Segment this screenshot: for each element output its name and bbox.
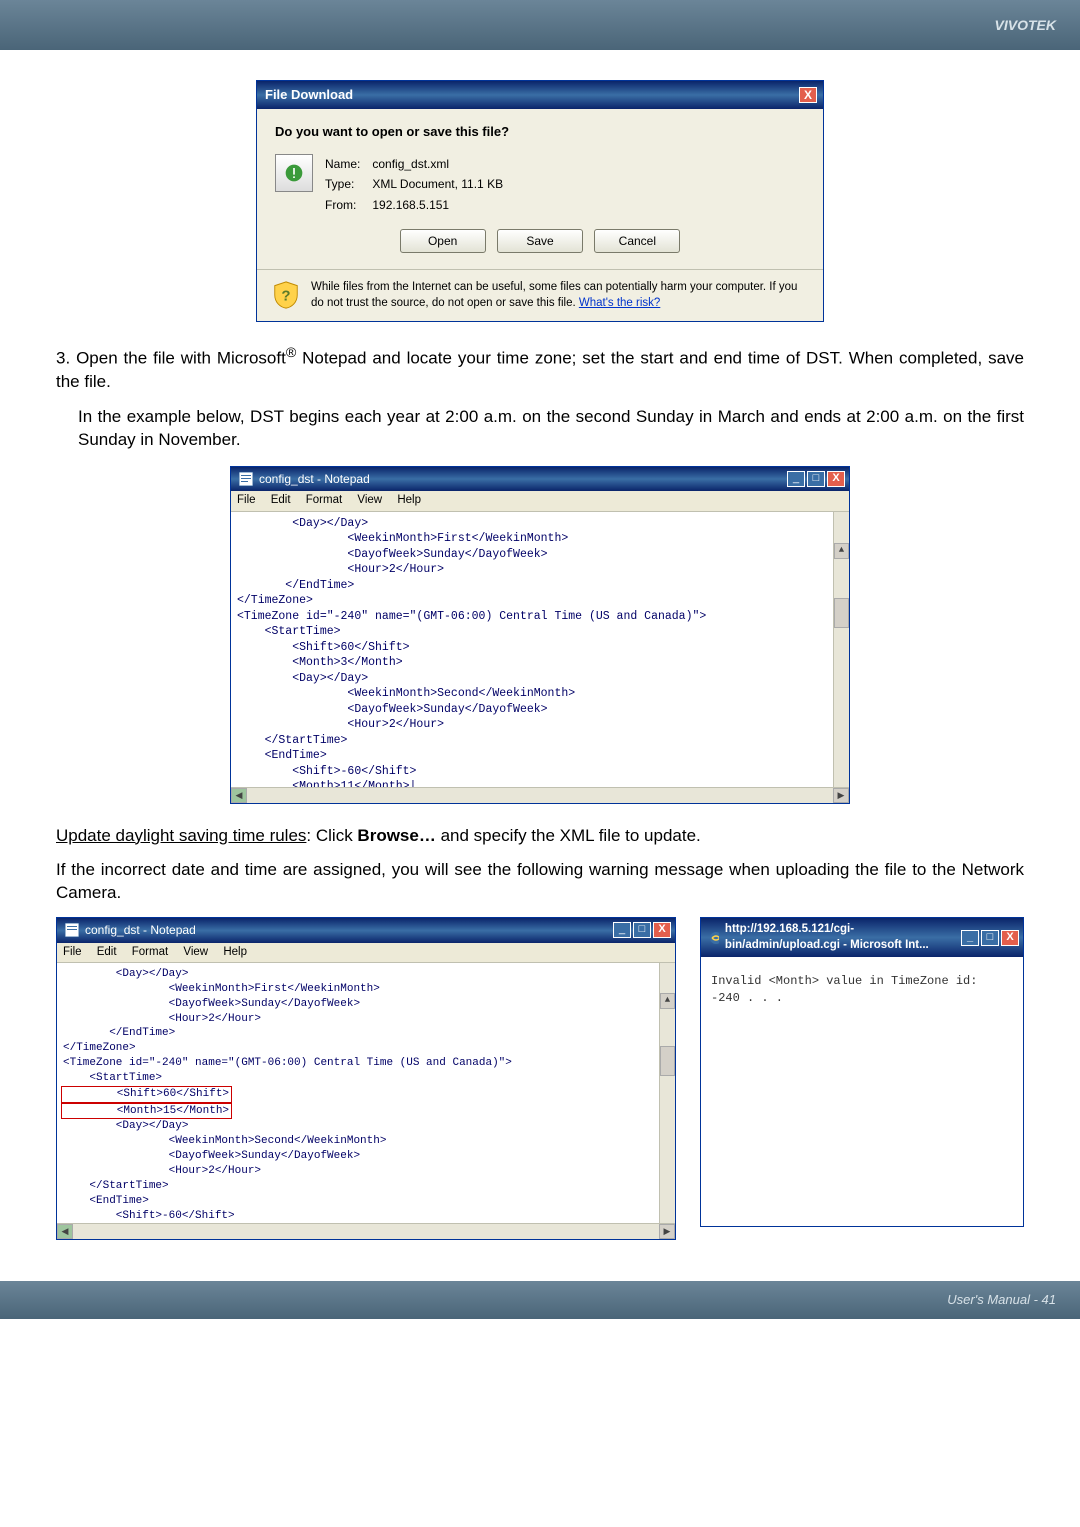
error-message: Invalid <Month> value in TimeZone id: -2…	[711, 974, 977, 1004]
scroll-right-icon[interactable]: ▶	[833, 788, 849, 803]
page-body: File Download X Do you want to open or s…	[0, 50, 1080, 1281]
browser-title: http://192.168.5.121/cgi-bin/admin/uploa…	[725, 922, 961, 953]
maximize-icon[interactable]: □	[807, 471, 825, 487]
update-mid: : Click	[306, 826, 357, 845]
menu-format[interactable]: Format	[306, 494, 342, 506]
whats-the-risk-link[interactable]: What's the risk?	[579, 297, 660, 309]
shield-icon: ?	[271, 280, 301, 310]
name-value: config_dst.xml	[372, 157, 449, 171]
update-prefix: Update daylight saving time rules	[56, 826, 306, 845]
maximize-icon[interactable]: □	[633, 922, 651, 938]
scroll-up-icon[interactable]: ▲	[834, 543, 849, 559]
close-icon[interactable]: X	[827, 471, 845, 487]
vertical-scrollbar[interactable]: ▲	[659, 963, 675, 1223]
close-icon[interactable]: X	[1001, 930, 1019, 946]
notepad-window-1: config_dst - Notepad _ □ X File Edit For…	[230, 466, 850, 804]
update-dst-rules-text: Update daylight saving time rules: Click…	[56, 825, 1024, 848]
maximize-icon[interactable]: □	[981, 930, 999, 946]
notepad-titlebar: config_dst - Notepad _ □ X	[231, 467, 849, 491]
notepad-menu: File Edit Format View Help	[57, 943, 675, 964]
footer-text: User's Manual - 41	[947, 1292, 1056, 1307]
scroll-left-icon[interactable]: ◀	[57, 1224, 73, 1239]
menu-view[interactable]: View	[357, 494, 382, 506]
close-icon[interactable]: X	[653, 922, 671, 938]
notepad-menu: File Edit Format View Help	[231, 491, 849, 512]
xml-text-2a: <Day></Day> <WeekinMonth>First</WeekinMo…	[63, 968, 512, 1084]
update-suffix: and specify the XML file to update.	[436, 826, 701, 845]
type-value: XML Document, 11.1 KB	[372, 177, 503, 191]
step3-a: 3. Open the file with Microsoft	[56, 349, 286, 368]
incorrect-warning-text: If the incorrect date and time are assig…	[56, 859, 1024, 905]
dialog-question: Do you want to open or save this file?	[275, 123, 805, 141]
open-button[interactable]: Open	[400, 229, 486, 253]
notepad-content-1[interactable]: <Day></Day> <WeekinMonth>First</WeekinMo…	[231, 512, 849, 787]
browser-error-window: http://192.168.5.121/cgi-bin/admin/uploa…	[700, 917, 1024, 1227]
close-icon[interactable]: X	[799, 87, 817, 103]
minimize-icon[interactable]: _	[613, 922, 631, 938]
from-label: From:	[325, 195, 369, 215]
step-3-example: In the example below, DST begins each ye…	[56, 406, 1024, 452]
save-button[interactable]: Save	[497, 229, 583, 253]
browser-body: Invalid <Month> value in TimeZone id: -2…	[701, 957, 1023, 1021]
page-header: VIVOTEK	[0, 0, 1080, 50]
page-footer: User's Manual - 41	[0, 1281, 1080, 1319]
step-3-text: 3. Open the file with Microsoft® Notepad…	[56, 344, 1024, 394]
file-icon	[275, 154, 313, 192]
registered-mark: ®	[286, 345, 296, 361]
minimize-icon[interactable]: _	[787, 471, 805, 487]
scroll-right-icon[interactable]: ▶	[659, 1224, 675, 1239]
minimize-icon[interactable]: _	[961, 930, 979, 946]
scroll-thumb[interactable]	[834, 598, 849, 628]
dialog-titlebar: File Download X	[257, 81, 823, 109]
notepad-icon	[65, 923, 79, 937]
menu-edit[interactable]: Edit	[271, 494, 291, 506]
xml-text-1: <Day></Day> <WeekinMonth>First</WeekinMo…	[237, 517, 706, 787]
scroll-left-icon[interactable]: ◀	[231, 788, 247, 803]
browser-titlebar: http://192.168.5.121/cgi-bin/admin/uploa…	[701, 918, 1023, 957]
horizontal-scrollbar[interactable]: ◀ ▶	[231, 787, 849, 803]
menu-edit[interactable]: Edit	[97, 946, 117, 958]
type-label: Type:	[325, 174, 369, 194]
notepad-title: config_dst - Notepad	[259, 471, 370, 487]
vertical-scrollbar[interactable]: ▲	[833, 512, 849, 787]
menu-help[interactable]: Help	[397, 494, 421, 506]
brand-label: VIVOTEK	[995, 17, 1056, 33]
error-highlight-shift: <Shift>60</Shift>	[61, 1086, 232, 1103]
ie-icon	[709, 931, 719, 945]
warning-text: While files from the Internet can be use…	[311, 281, 797, 309]
notepad-window-2: config_dst - Notepad _ □ X File Edit For…	[56, 917, 676, 1240]
scroll-thumb[interactable]	[660, 1046, 675, 1076]
notepad-content-2[interactable]: <Day></Day> <WeekinMonth>First</WeekinMo…	[57, 963, 675, 1223]
file-download-dialog: File Download X Do you want to open or s…	[256, 80, 824, 322]
notepad-icon	[239, 472, 253, 486]
notepad-title: config_dst - Notepad	[85, 922, 196, 938]
error-highlight-month: <Month>15</Month>	[61, 1103, 232, 1120]
from-value: 192.168.5.151	[372, 198, 449, 212]
cancel-button[interactable]: Cancel	[594, 229, 680, 253]
scroll-up-icon[interactable]: ▲	[660, 993, 675, 1009]
menu-file[interactable]: File	[237, 494, 256, 506]
browse-label: Browse…	[357, 826, 435, 845]
file-meta: Name: config_dst.xml Type: XML Document,…	[325, 154, 503, 215]
menu-view[interactable]: View	[183, 946, 208, 958]
dialog-title: File Download	[265, 86, 353, 104]
menu-help[interactable]: Help	[223, 946, 247, 958]
notepad-titlebar: config_dst - Notepad _ □ X	[57, 918, 675, 942]
xml-text-2b: <Day></Day> <WeekinMonth>Second</WeekinM…	[63, 1120, 400, 1223]
dialog-footer: ? While files from the Internet can be u…	[257, 269, 823, 321]
menu-format[interactable]: Format	[132, 946, 168, 958]
horizontal-scrollbar[interactable]: ◀ ▶	[57, 1223, 675, 1239]
name-label: Name:	[325, 154, 369, 174]
menu-file[interactable]: File	[63, 946, 82, 958]
svg-text:?: ?	[281, 288, 290, 305]
